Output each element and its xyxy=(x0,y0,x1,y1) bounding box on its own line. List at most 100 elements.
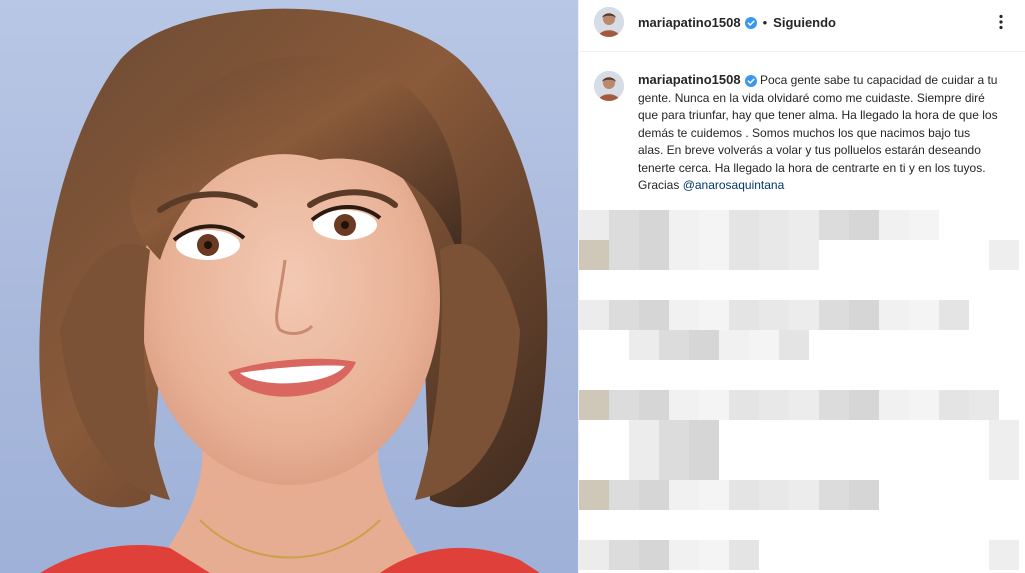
caption-username[interactable]: mariapatino1508 xyxy=(638,72,741,87)
caption-text-block: mariapatino1508 Poca gente sabe tu capac… xyxy=(638,71,998,195)
pixelated-block xyxy=(939,390,969,420)
pixelated-block xyxy=(669,300,699,330)
pixelated-block xyxy=(729,300,759,330)
pixelated-block xyxy=(909,300,939,330)
pixelated-block xyxy=(969,390,999,420)
pixelated-block xyxy=(639,480,669,510)
pixelated-block xyxy=(689,450,719,480)
header-divider xyxy=(579,51,1025,52)
pixelated-block xyxy=(579,480,609,510)
pixelated-block xyxy=(609,300,639,330)
instagram-post: mariapatino1508 • Siguiendo mariapatino1… xyxy=(0,0,1025,573)
pixelated-block xyxy=(629,330,659,360)
post-caption: mariapatino1508 Poca gente sabe tu capac… xyxy=(594,71,1012,195)
pixelated-block xyxy=(659,330,689,360)
more-options-icon[interactable] xyxy=(992,13,1010,31)
pixelated-block xyxy=(689,420,719,450)
pixelated-block xyxy=(729,390,759,420)
pixelated-block xyxy=(789,480,819,510)
portrait-image xyxy=(39,8,548,573)
pixelated-block xyxy=(849,390,879,420)
header-separator: • xyxy=(762,14,768,30)
pixelated-block xyxy=(579,210,609,240)
pixelated-block xyxy=(699,540,729,570)
pixelated-block xyxy=(989,450,1019,480)
pixelated-block xyxy=(579,390,609,420)
pixelated-block xyxy=(909,390,939,420)
pixelated-block xyxy=(989,540,1019,570)
pixelated-block xyxy=(579,300,609,330)
pixelated-block xyxy=(669,480,699,510)
pixelated-block xyxy=(609,240,639,270)
pixelated-block xyxy=(699,210,729,240)
pixelated-block xyxy=(749,330,779,360)
pixelated-block xyxy=(759,210,789,240)
avatar-image xyxy=(594,7,624,37)
pixelated-block xyxy=(849,480,879,510)
pixelated-block xyxy=(609,540,639,570)
pixelated-block xyxy=(939,300,969,330)
pixelated-block xyxy=(669,390,699,420)
post-photo[interactable] xyxy=(0,0,578,573)
post-side-panel: mariapatino1508 • Siguiendo mariapatino1… xyxy=(578,0,1025,573)
pixelated-block xyxy=(639,210,669,240)
pixelated-block xyxy=(989,420,1019,450)
pixelated-block xyxy=(729,210,759,240)
pixelated-block xyxy=(629,450,659,480)
pixelated-block xyxy=(719,330,749,360)
verified-badge-icon xyxy=(744,16,757,29)
pixelated-block xyxy=(689,330,719,360)
pixelated-block xyxy=(909,210,939,240)
pixelated-block xyxy=(759,480,789,510)
pixelated-block xyxy=(759,240,789,270)
pixelated-block xyxy=(629,420,659,450)
pixelated-block xyxy=(609,210,639,240)
pixelated-block xyxy=(819,210,849,240)
pixelated-block xyxy=(759,300,789,330)
pixelated-block xyxy=(879,300,909,330)
pixelated-block xyxy=(659,450,689,480)
pixelated-block xyxy=(659,420,689,450)
post-header: mariapatino1508 • Siguiendo xyxy=(579,0,1025,44)
pixelated-block xyxy=(879,390,909,420)
caption-avatar[interactable] xyxy=(594,71,624,101)
pixelated-block xyxy=(779,330,809,360)
pixelated-block xyxy=(609,390,639,420)
follow-status-button[interactable]: Siguiendo xyxy=(773,15,836,30)
pixelated-block xyxy=(789,210,819,240)
pixelated-block xyxy=(989,240,1019,270)
pixelated-block xyxy=(879,210,909,240)
caption-body: Poca gente sabe tu capacidad de cuidar a… xyxy=(638,73,998,192)
author-username[interactable]: mariapatino1508 xyxy=(638,15,741,30)
pixelated-comments xyxy=(579,210,1025,573)
pixelated-block xyxy=(789,240,819,270)
pixelated-block xyxy=(639,390,669,420)
pixelated-block xyxy=(609,480,639,510)
pixelated-block xyxy=(669,540,699,570)
pixelated-block xyxy=(669,210,699,240)
verified-badge-icon xyxy=(744,74,757,87)
pixelated-block xyxy=(729,240,759,270)
avatar-image xyxy=(594,71,624,101)
pixelated-block xyxy=(849,210,879,240)
pixelated-block xyxy=(819,300,849,330)
pixelated-block xyxy=(699,300,729,330)
pixelated-block xyxy=(819,390,849,420)
caption-mention-link[interactable]: @anarosaquintana xyxy=(683,178,785,192)
pixelated-block xyxy=(699,480,729,510)
pixelated-block xyxy=(639,540,669,570)
pixelated-block xyxy=(819,480,849,510)
pixelated-block xyxy=(639,300,669,330)
pixelated-block xyxy=(579,240,609,270)
pixelated-block xyxy=(729,540,759,570)
author-avatar[interactable] xyxy=(594,7,624,37)
pixelated-block xyxy=(639,240,669,270)
pixelated-block xyxy=(849,300,879,330)
pixelated-block xyxy=(699,390,729,420)
pixelated-block xyxy=(699,240,729,270)
pixelated-block xyxy=(579,540,609,570)
pixelated-block xyxy=(789,390,819,420)
pixelated-block xyxy=(669,240,699,270)
pixelated-block xyxy=(789,300,819,330)
pixelated-block xyxy=(759,390,789,420)
